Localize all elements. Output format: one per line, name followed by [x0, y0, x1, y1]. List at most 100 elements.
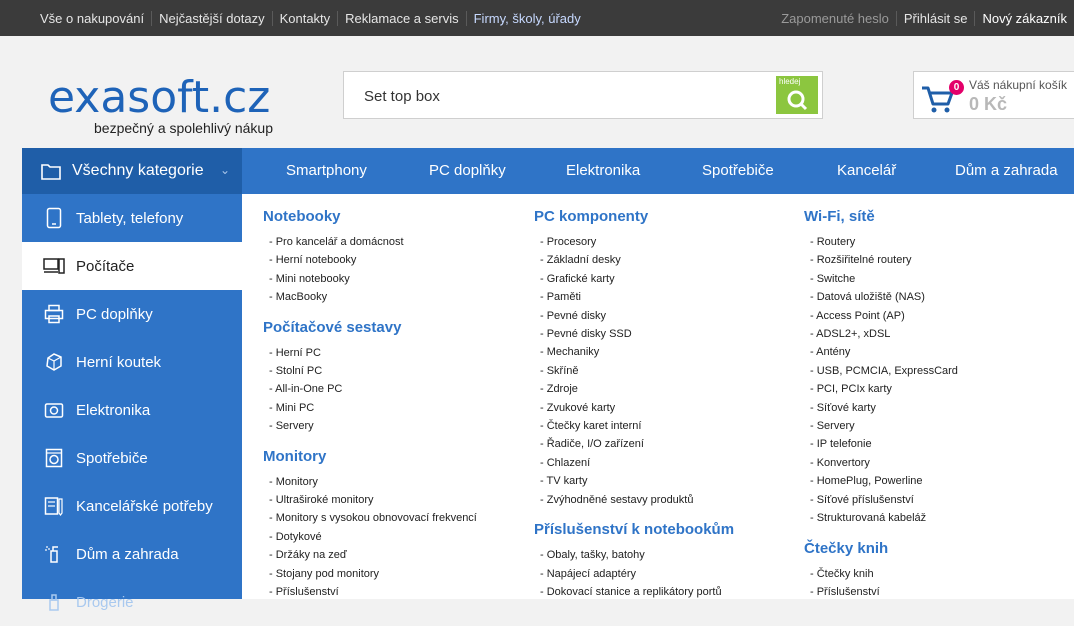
menu-group-title[interactable]: Monitory	[263, 448, 477, 465]
link-business[interactable]: Firmy, školy, úřady	[465, 10, 588, 26]
menu-link[interactable]: - Paměti	[540, 288, 734, 306]
menu-link[interactable]: - Zvukové karty	[540, 399, 734, 417]
menu-link[interactable]: - Monitory s vysokou obnovovací frekvenc…	[269, 509, 477, 527]
washing-machine-icon	[42, 446, 66, 470]
nav-item-pc-accessories[interactable]: PC doplňky	[429, 148, 506, 194]
menu-link[interactable]: - Mini PC	[269, 399, 477, 417]
menu-link[interactable]: - Dotykové	[269, 528, 477, 546]
menu-group-title[interactable]: Čtečky knih	[804, 540, 958, 557]
link-faq[interactable]: Nejčastější dotazy	[151, 10, 272, 26]
menu-link[interactable]: - Konvertory	[810, 454, 958, 472]
menu-link[interactable]: - Rozšiřitelné routery	[810, 251, 958, 269]
menu-link[interactable]: - Antény	[810, 343, 958, 361]
menu-group-list: - Routery - Rozšiřitelné routery - Switche…	[804, 233, 958, 528]
menu-group-title[interactable]: Notebooky	[263, 208, 477, 225]
menu-link[interactable]: - Skříně	[540, 362, 734, 380]
login-link[interactable]: Přihlásit se	[895, 10, 975, 26]
menu-link[interactable]: - Ultraširoké monitory	[269, 491, 477, 509]
nav-item-electronics[interactable]: Elektronika	[566, 148, 640, 194]
menu-link[interactable]: - ADSL2+, xDSL	[810, 325, 958, 343]
link-about-shopping[interactable]: Vše o nakupování	[40, 11, 151, 26]
category-sidebar: Tablety, telefony Počítače PC doplňky He…	[22, 194, 242, 611]
menu-link[interactable]: - HomePlug, Powerline	[810, 472, 958, 490]
menu-group-title[interactable]: PC komponenty	[534, 208, 734, 225]
menu-link[interactable]: - Napájecí adaptéry	[540, 565, 734, 583]
menu-link[interactable]: - Dokovací stanice a replikátory portů	[540, 583, 734, 599]
search-box: hledej	[343, 71, 823, 119]
menu-link[interactable]: - Základní desky	[540, 251, 734, 269]
sidebar-item-computers[interactable]: Počítače	[22, 242, 242, 290]
menu-column-3: Wi-Fi, sítě - Routery - Rozšiřitelné route…	[804, 208, 958, 599]
cart-count-badge: 0	[949, 80, 964, 95]
all-categories-button[interactable]: Všechny kategorie ⌄	[22, 148, 242, 194]
sidebar-item-tablets[interactable]: Tablety, telefony	[22, 194, 242, 242]
menu-link[interactable]: - Obaly, tašky, batohy	[540, 546, 734, 564]
menu-link[interactable]: - Příslušenství	[269, 583, 477, 599]
menu-link[interactable]: - Servery	[810, 417, 958, 435]
menu-link[interactable]: - Herní notebooky	[269, 251, 477, 269]
menu-link[interactable]: - MacBooky	[269, 288, 477, 306]
menu-column-2: PC komponenty - Procesory - Základní desky…	[534, 208, 734, 599]
sidebar-item-gaming[interactable]: Herní koutek	[22, 338, 242, 386]
menu-link[interactable]: - Procesory	[540, 233, 734, 251]
menu-link[interactable]: - All-in-One PC	[269, 380, 477, 398]
menu-link[interactable]: - USB, PCMCIA, ExpressCard	[810, 362, 958, 380]
search-button[interactable]: hledej	[776, 76, 818, 114]
register-link[interactable]: Nový zákazník	[974, 10, 1074, 26]
nav-item-home-garden[interactable]: Dům a zahrada	[955, 148, 1058, 194]
menu-link[interactable]: - Routery	[810, 233, 958, 251]
menu-link[interactable]: - Chlazení	[540, 454, 734, 472]
menu-link[interactable]: - IP telefonie	[810, 435, 958, 453]
nav-item-smartphones[interactable]: Smartphony	[286, 148, 367, 194]
menu-link[interactable]: - Mechaniky	[540, 343, 734, 361]
sidebar-item-electronics[interactable]: Elektronika	[22, 386, 242, 434]
menu-link[interactable]: - Stojany pod monitory	[269, 565, 477, 583]
menu-link[interactable]: - Herní PC	[269, 344, 477, 362]
sidebar-item-label: Kancelářské potřeby	[76, 497, 213, 515]
menu-group-title[interactable]: Wi-Fi, sítě	[804, 208, 958, 225]
menu-link[interactable]: - Síťové příslušenství	[810, 491, 958, 509]
link-contacts[interactable]: Kontakty	[271, 10, 338, 26]
menu-link[interactable]: - Pro kancelář a domácnost	[269, 233, 477, 251]
link-complaints[interactable]: Reklamace a servis	[337, 10, 465, 26]
sidebar-item-pc-accessories[interactable]: PC doplňky	[22, 290, 242, 338]
menu-link[interactable]: - Monitory	[269, 473, 477, 491]
nav-item-office[interactable]: Kancelář	[837, 148, 896, 194]
sidebar-item-drugstore[interactable]: Drogerie	[22, 578, 242, 626]
menu-link[interactable]: - Strukturovaná kabeláž	[810, 509, 958, 527]
menu-group-title[interactable]: Příslušenství k notebookům	[534, 521, 734, 538]
menu-link[interactable]: - Řadiče, I/O zařízení	[540, 435, 734, 453]
search-input[interactable]	[364, 84, 764, 108]
nav-item-appliances[interactable]: Spotřebiče	[702, 148, 774, 194]
menu-link[interactable]: - Stolní PC	[269, 362, 477, 380]
menu-link[interactable]: - Příslušenství	[810, 583, 958, 599]
menu-link[interactable]: - PCI, PCIx karty	[810, 380, 958, 398]
menu-link[interactable]: - Síťové karty	[810, 399, 958, 417]
menu-link[interactable]: - Čtečky knih	[810, 565, 958, 583]
menu-link[interactable]: - Datová uložiště (NAS)	[810, 288, 958, 306]
menu-link[interactable]: - Čtečky karet interní	[540, 417, 734, 435]
all-categories-label: Všechny kategorie	[72, 162, 204, 179]
menu-link[interactable]: - Grafické karty	[540, 270, 734, 288]
menu-link[interactable]: - Mini notebooky	[269, 270, 477, 288]
menu-link[interactable]: - Access Point (AP)	[810, 307, 958, 325]
top-bar: Vše o nakupování Nejčastější dotazy Kont…	[0, 0, 1074, 36]
menu-link[interactable]: - Switche	[810, 270, 958, 288]
menu-link[interactable]: - Pevné disky SSD	[540, 325, 734, 343]
search-icon	[787, 90, 808, 111]
menu-group-title[interactable]: Počítačové sestavy	[263, 319, 477, 336]
forgot-password-link[interactable]: Zapomenuté heslo	[774, 11, 896, 26]
menu-link[interactable]: - TV karty	[540, 472, 734, 490]
cart[interactable]: 0 Váš nákupní košík 0 Kč	[913, 71, 1074, 119]
menu-link[interactable]: - Servery	[269, 417, 477, 435]
menu-link[interactable]: - Zdroje	[540, 380, 734, 398]
menu-link[interactable]: - Držáky na zeď	[269, 546, 477, 564]
sidebar-item-office-supplies[interactable]: Kancelářské potřeby	[22, 482, 242, 530]
menu-link[interactable]: - Pevné disky	[540, 307, 734, 325]
menu-link[interactable]: - Zvýhodněné sestavy produktů	[540, 491, 734, 509]
logo[interactable]: exasoft.cz bezpečný a spolehlivý nákup	[48, 76, 288, 136]
cart-amount: 0 Kč	[969, 94, 1008, 114]
sidebar-item-appliances[interactable]: Spotřebiče	[22, 434, 242, 482]
sidebar-item-home-garden[interactable]: Dům a zahrada	[22, 530, 242, 578]
sidebar-item-label: Tablety, telefony	[76, 209, 184, 227]
